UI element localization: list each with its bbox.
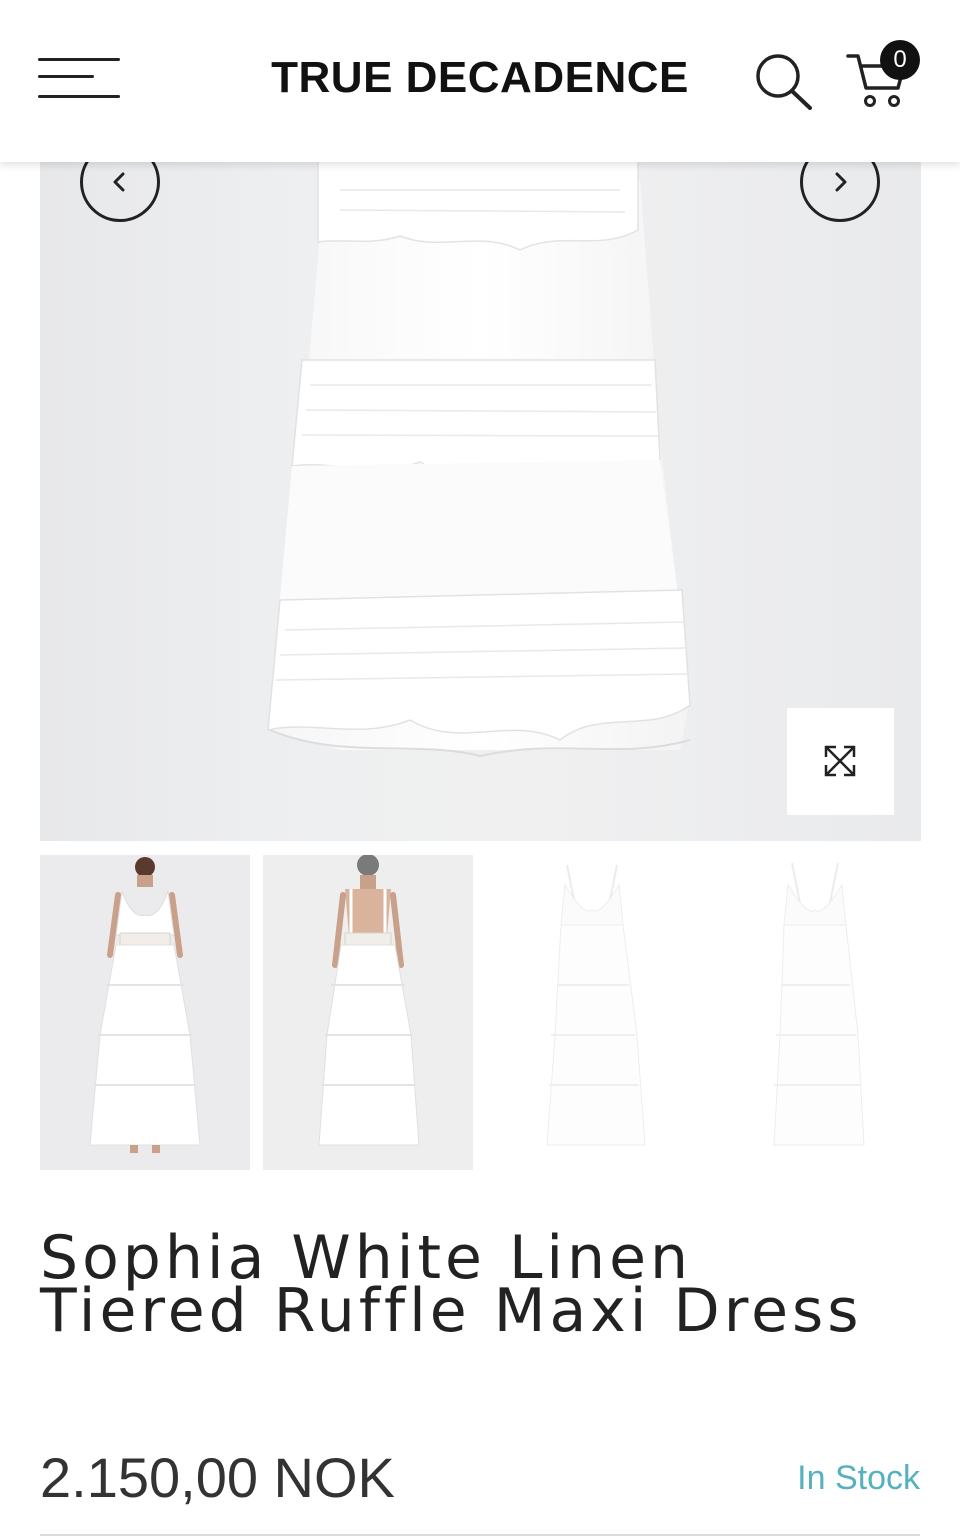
chevron-left-icon <box>113 172 125 192</box>
product-price: 2.150,00 NOK <box>40 1446 395 1509</box>
product-title: Sophia White Linen Tiered Ruffle Maxi Dr… <box>40 1223 863 1346</box>
cart-count-badge[interactable]: 0 <box>880 40 920 80</box>
thumbnail-2[interactable] <box>263 855 473 1170</box>
thumbnail-3[interactable] <box>487 855 697 1170</box>
expand-icon <box>824 745 856 777</box>
search-icon[interactable] <box>750 50 816 112</box>
brand-logo[interactable]: TRUE DECADENCE <box>230 50 730 106</box>
zoom-button[interactable] <box>787 708 894 815</box>
hamburger-menu-icon[interactable] <box>38 55 122 103</box>
thumbnail-4[interactable] <box>710 855 920 1170</box>
thumbnail-1[interactable] <box>40 855 250 1170</box>
site-header: TRUE DECADENCE 0 <box>0 0 960 162</box>
chevron-right-icon <box>835 172 847 192</box>
divider <box>40 1534 920 1536</box>
stock-status: In Stock <box>797 1459 920 1497</box>
